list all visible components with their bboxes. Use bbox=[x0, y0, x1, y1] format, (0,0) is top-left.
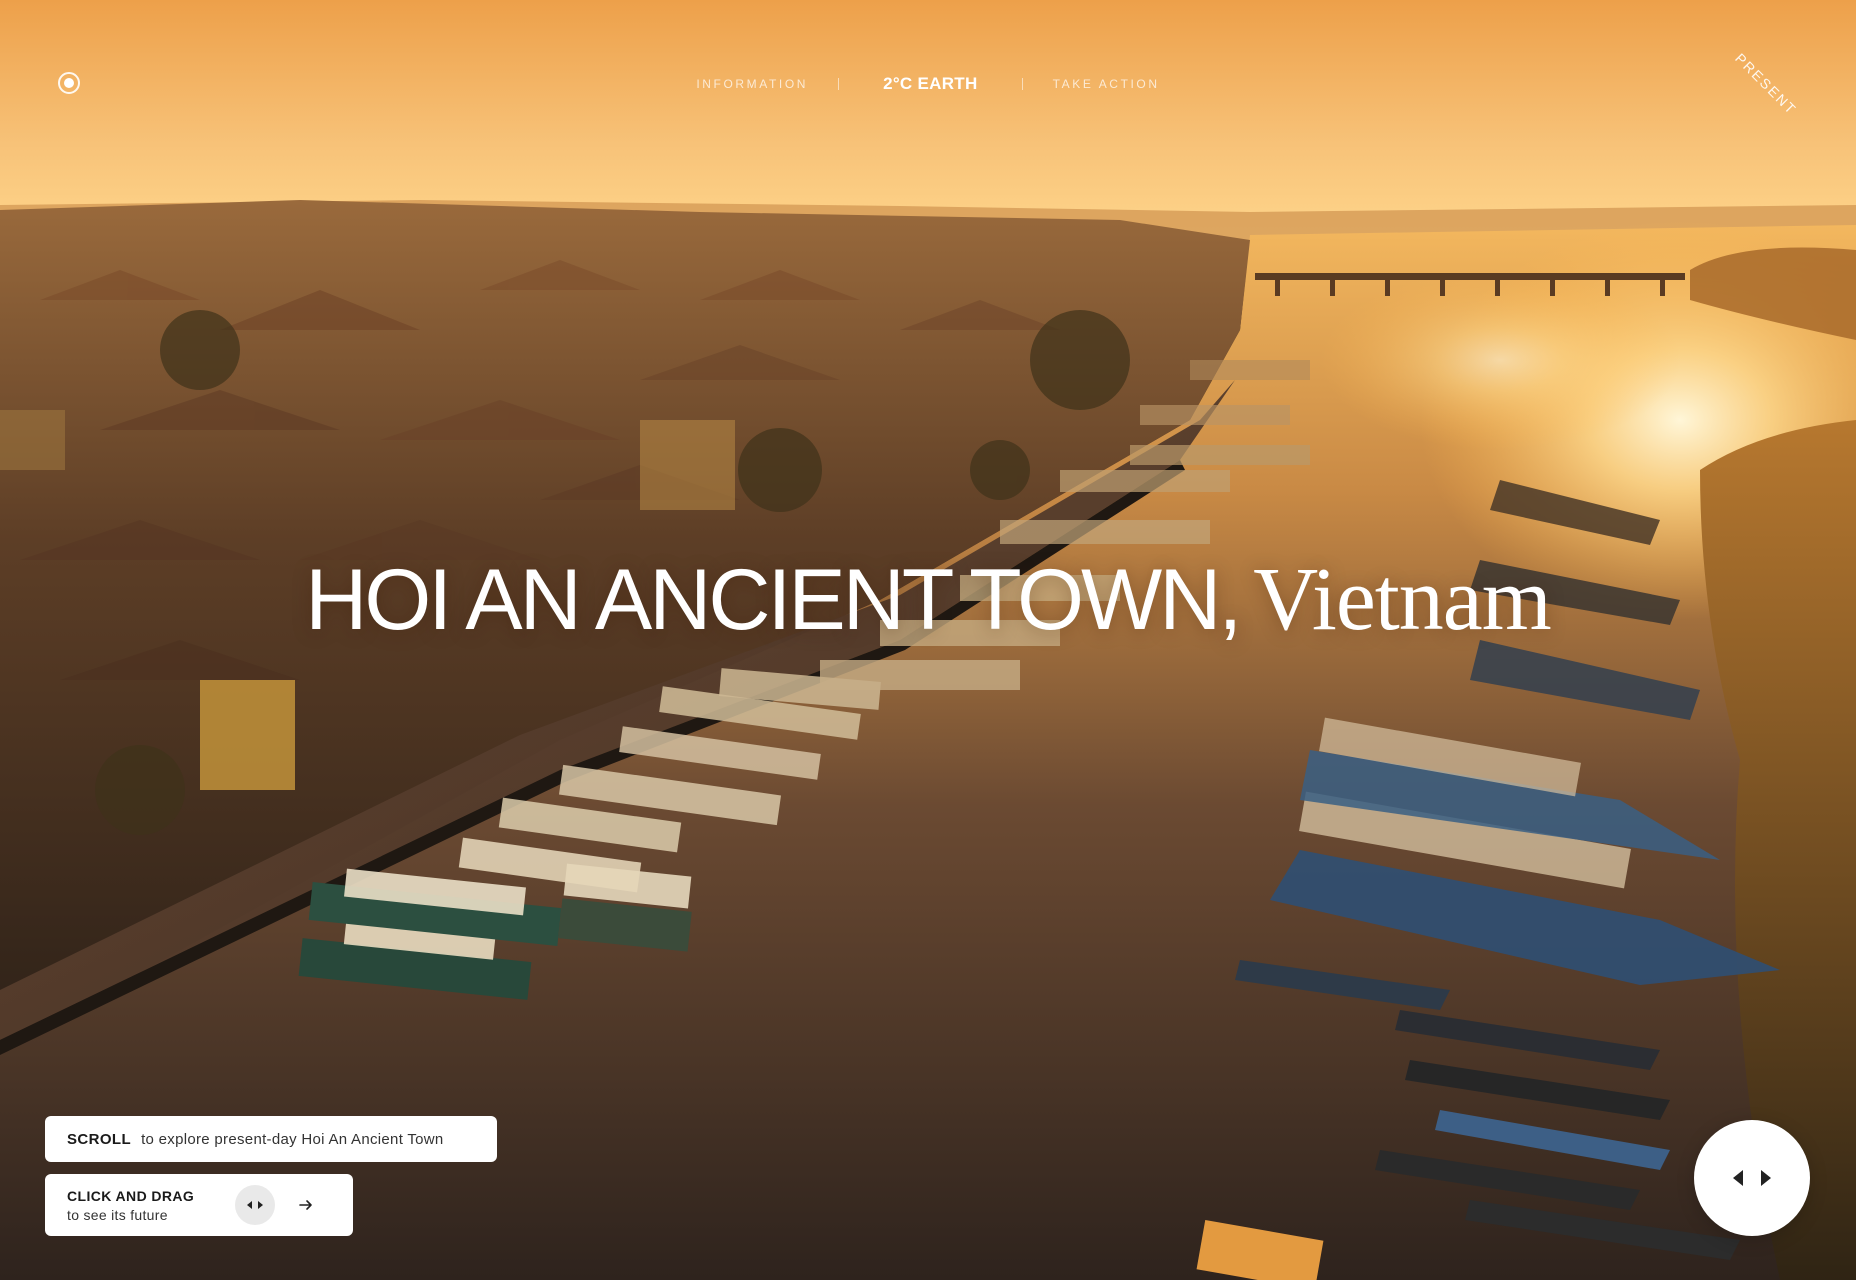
drag-hint-card[interactable]: CLICK AND DRAG to see its future bbox=[45, 1174, 353, 1236]
compare-slider-handle[interactable] bbox=[1694, 1120, 1810, 1236]
left-right-arrows-icon bbox=[235, 1185, 275, 1225]
nav-separator bbox=[1021, 78, 1023, 90]
arrow-right-icon[interactable] bbox=[297, 1196, 315, 1214]
nav-take-action-link[interactable]: TAKE ACTION bbox=[1053, 77, 1160, 91]
top-navigation: INFORMATION 2°C EARTH TAKE ACTION bbox=[0, 70, 1856, 98]
scroll-hint-card: SCROLL to explore present-day Hoi An Anc… bbox=[45, 1116, 497, 1162]
scroll-hint-text: to explore present-day Hoi An Ancient To… bbox=[141, 1130, 444, 1148]
location-country: Vietnam bbox=[1253, 550, 1551, 649]
right-arrow-icon bbox=[1761, 1170, 1771, 1186]
nav-separator bbox=[838, 78, 840, 90]
site-logo[interactable]: 2°C EARTH bbox=[883, 74, 978, 94]
drag-hint-key: CLICK AND DRAG bbox=[67, 1188, 195, 1204]
left-arrow-icon bbox=[1733, 1170, 1743, 1186]
location-place: HOI AN ANCIENT TOWN, bbox=[305, 552, 1242, 648]
scroll-hint-key: SCROLL bbox=[67, 1130, 132, 1148]
nav-information-link[interactable]: INFORMATION bbox=[696, 77, 808, 91]
location-title: HOI AN ANCIENT TOWN, Vietnam bbox=[0, 548, 1856, 651]
drag-hint-text: to see its future bbox=[67, 1207, 168, 1223]
